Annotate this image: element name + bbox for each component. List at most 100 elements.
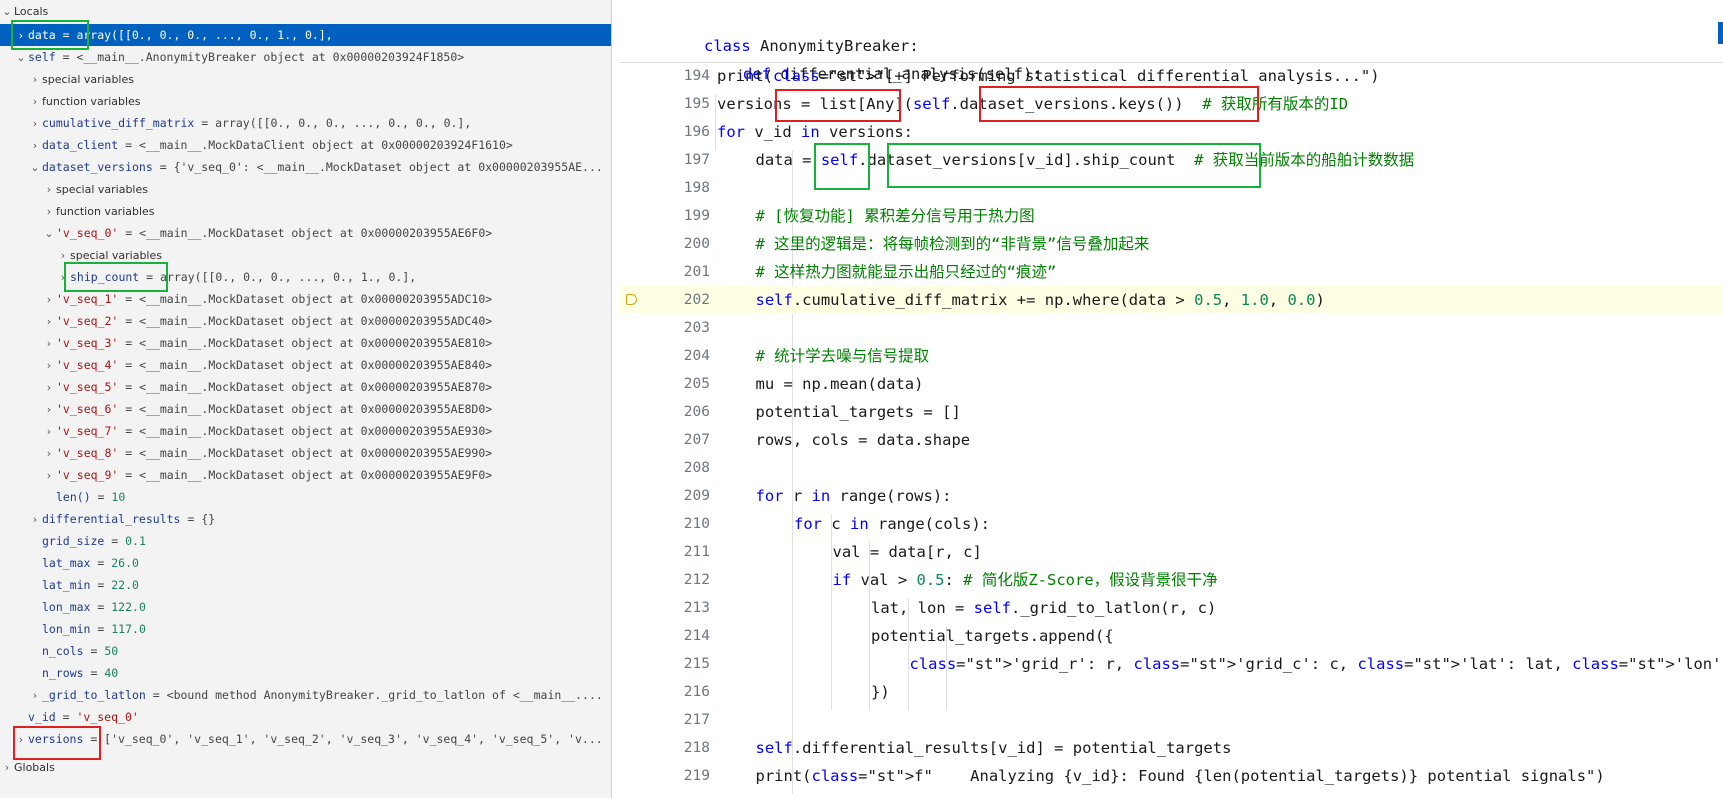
code-line[interactable]: 212 if val > 0.5: # 简化版Z-Score，假设背景很干净: [620, 566, 1723, 594]
chevron-right-icon[interactable]: ›: [56, 245, 70, 266]
variable-row[interactable]: ›'v_seq_7' = <__main__.MockDataset objec…: [0, 420, 611, 442]
variable-row[interactable]: › differential_results = {}: [0, 508, 611, 530]
code-line[interactable]: 198: [620, 174, 1723, 202]
variable-row[interactable]: › special variables: [0, 68, 611, 90]
sticky-scroll-def[interactable]: def differential_analysis(self):: [620, 32, 1723, 83]
chevron-right-icon[interactable]: ›: [14, 25, 28, 46]
code-line[interactable]: 204 # 统计学去噪与信号提取: [620, 342, 1723, 370]
variable-row[interactable]: › ship_count = array([[0., 0., 0., ..., 0…: [0, 266, 611, 288]
line-number: 203: [683, 320, 710, 336]
variable-row[interactable]: › function variables: [0, 200, 611, 222]
code-line[interactable]: 196 for v_id in versions:: [620, 118, 1723, 146]
chevron-right-icon[interactable]: ›: [0, 757, 14, 778]
variable-name: data_client: [42, 138, 119, 152]
chevron-right-icon[interactable]: ›: [42, 333, 56, 354]
chevron-right-icon[interactable]: ›: [42, 201, 56, 222]
variable-row[interactable]: ›'v_seq_2' = <__main__.MockDataset objec…: [0, 310, 611, 332]
variable-row[interactable]: ›'v_seq_9' = <__main__.MockDataset objec…: [0, 464, 611, 486]
code-line[interactable]: 219 print(class="st">f" Analyzing {v_id}:…: [620, 762, 1723, 790]
chevron-down-icon[interactable]: ⌄: [0, 1, 14, 22]
chevron-right-icon[interactable]: ›: [42, 311, 56, 332]
code-line[interactable]: 210 for c in range(cols):: [620, 510, 1723, 538]
code-line[interactable]: 215 class="st">'grid_r': r, class="st">'g…: [620, 650, 1723, 678]
locals-section-header[interactable]: ⌄ Locals: [0, 0, 611, 22]
variable-row[interactable]: ›'v_seq_6' = <__main__.MockDataset objec…: [0, 398, 611, 420]
chevron-down-icon[interactable]: ⌄: [42, 223, 56, 244]
variable-row[interactable]: ›'v_seq_8' = <__main__.MockDataset objec…: [0, 442, 611, 464]
variable-row[interactable]: lon_max = 122.0: [0, 596, 611, 618]
chevron-right-icon[interactable]: ›: [42, 399, 56, 420]
chevron-right-icon[interactable]: ›: [28, 135, 42, 156]
variable-row[interactable]: › data = array([[0., 0., 0., ..., 0., 1.,…: [0, 24, 611, 46]
variable-row[interactable]: len() = 10: [0, 486, 611, 508]
variable-row[interactable]: ›'v_seq_1' = <__main__.MockDataset objec…: [0, 288, 611, 310]
code-line[interactable]: 200 # 这里的逻辑是：将每帧检测到的“非背景”信号叠加起来: [620, 230, 1723, 258]
variable-row[interactable]: ⌄'v_seq_0' = <__main__.MockDataset objec…: [0, 222, 611, 244]
code-line[interactable]: 209 for r in range(rows):: [620, 482, 1723, 510]
variable-name: len(): [56, 490, 91, 504]
chevron-right-icon[interactable]: ›: [42, 377, 56, 398]
chevron-down-icon[interactable]: ⌄: [28, 157, 42, 178]
line-number: 211: [683, 544, 710, 560]
variable-row[interactable]: › versions = ['v_seq_0', 'v_seq_1', 'v_se…: [0, 728, 611, 750]
variable-row[interactable]: lat_max = 26.0: [0, 552, 611, 574]
code-line[interactable]: 218 self.differential_results[v_id] = pot…: [620, 734, 1723, 762]
code-line[interactable]: 197 data = self.dataset_versions[v_id].sh…: [620, 146, 1723, 174]
variable-row[interactable]: › special variables: [0, 178, 611, 200]
code-text: class="st">'grid_r': r, class="st">'grid…: [909, 655, 1723, 673]
scrollbar-marker[interactable]: [1718, 22, 1723, 44]
variable-row[interactable]: ›'v_seq_5' = <__main__.MockDataset objec…: [0, 376, 611, 398]
code-line[interactable]: 208: [620, 454, 1723, 482]
code-line[interactable]: 194 print(class="st">"[+] Performing stat…: [620, 62, 1723, 90]
code-line[interactable]: 203: [620, 314, 1723, 342]
variable-row[interactable]: › special variables: [0, 244, 611, 266]
variable-row[interactable]: › function variables: [0, 90, 611, 112]
chevron-right-icon[interactable]: ›: [14, 729, 28, 750]
code-line[interactable]: 216}): [620, 678, 1723, 706]
code-line[interactable]: 214 potential_targets.append({: [620, 622, 1723, 650]
code-line[interactable]: 195 versions = list[Any](self.dataset_ver…: [620, 90, 1723, 118]
chevron-right-icon[interactable]: ›: [42, 179, 56, 200]
code-line[interactable]: 211 val = data[r, c]: [620, 538, 1723, 566]
chevron-right-icon[interactable]: ›: [56, 267, 70, 288]
code-line[interactable]: 206 potential_targets = []: [620, 398, 1723, 426]
variable-row[interactable]: › _grid_to_latlon = <bound method Anonymi…: [0, 684, 611, 706]
line-number: 195: [683, 96, 710, 112]
variable-row[interactable]: n_cols = 50: [0, 640, 611, 662]
variable-name: 'v_seq_1': [56, 292, 119, 306]
code-line[interactable]: 217: [620, 706, 1723, 734]
variable-row[interactable]: › data_client = <__main__.MockDataClient …: [0, 134, 611, 156]
code-line[interactable]: 202 self.cumulative_diff_matrix += np.whe…: [620, 286, 1723, 314]
variable-row[interactable]: grid_size = 0.1: [0, 530, 611, 552]
code-editor[interactable]: class AnonymityBreaker: def differential…: [620, 0, 1723, 798]
code-line[interactable]: 207 rows, cols = data.shape: [620, 426, 1723, 454]
chevron-right-icon[interactable]: ›: [42, 465, 56, 486]
variable-row[interactable]: › cumulative_diff_matrix = array([[0., 0.…: [0, 112, 611, 134]
variable-row[interactable]: ›'v_seq_4' = <__main__.MockDataset objec…: [0, 354, 611, 376]
variable-row[interactable]: lat_min = 22.0: [0, 574, 611, 596]
chevron-right-icon[interactable]: ›: [42, 443, 56, 464]
chevron-right-icon[interactable]: ›: [28, 91, 42, 112]
code-line[interactable]: 199 # [恢复功能] 累积差分信号用于热力图: [620, 202, 1723, 230]
chevron-right-icon[interactable]: ›: [28, 685, 42, 706]
variable-row[interactable]: v_id = 'v_seq_0': [0, 706, 611, 728]
chevron-right-icon[interactable]: ›: [42, 355, 56, 376]
variable-name: data: [28, 28, 56, 42]
chevron-right-icon[interactable]: ›: [42, 421, 56, 442]
variable-row[interactable]: ›'v_seq_3' = <__main__.MockDataset objec…: [0, 332, 611, 354]
code-line[interactable]: 201 # 这样热力图就能显示出船只经过的“痕迹”: [620, 258, 1723, 286]
sticky-scroll-class[interactable]: class AnonymityBreaker:: [620, 4, 1723, 55]
variable-row[interactable]: ⌄ dataset_versions = {'v_seq_0': <__main_…: [0, 156, 611, 178]
equals-sign: =: [118, 226, 140, 240]
variable-row[interactable]: n_rows = 40: [0, 662, 611, 684]
chevron-right-icon[interactable]: ›: [28, 69, 42, 90]
variable-row[interactable]: ⌄ self = <__main__.AnonymityBreaker objec…: [0, 46, 611, 68]
variable-row[interactable]: lon_min = 117.0: [0, 618, 611, 640]
code-line[interactable]: 213 lat, lon = self._grid_to_latlon(r, c): [620, 594, 1723, 622]
chevron-right-icon[interactable]: ›: [28, 113, 42, 134]
globals-section-header[interactable]: › Globals: [0, 756, 611, 778]
code-line[interactable]: 205 mu = np.mean(data): [620, 370, 1723, 398]
chevron-right-icon[interactable]: ›: [42, 289, 56, 310]
chevron-down-icon[interactable]: ⌄: [14, 47, 28, 68]
chevron-right-icon[interactable]: ›: [28, 509, 42, 530]
